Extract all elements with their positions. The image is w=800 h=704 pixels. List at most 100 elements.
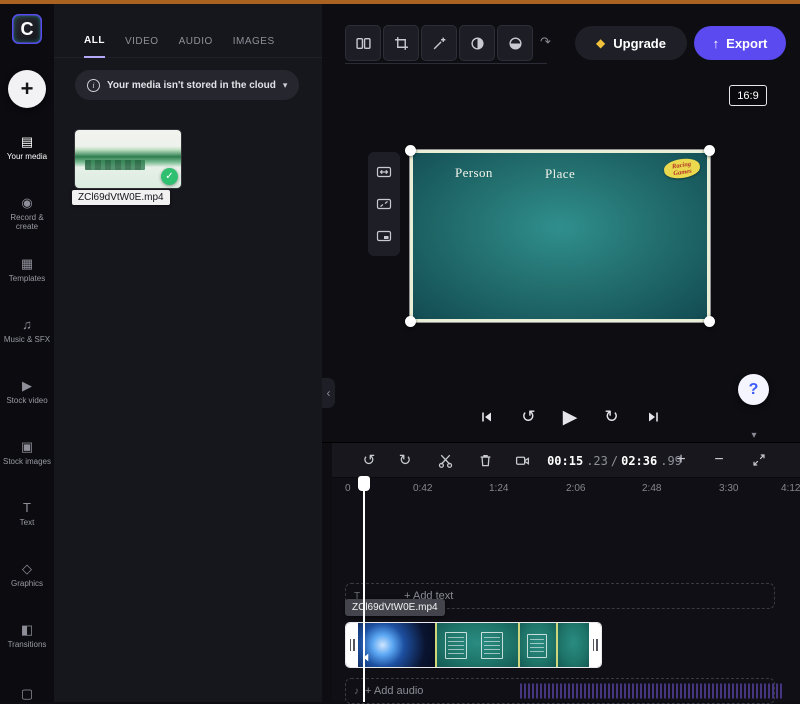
- audio-waveform[interactable]: [520, 680, 782, 702]
- selection-handle-top-right[interactable]: [704, 145, 715, 156]
- current-time: 00:15: [547, 454, 583, 468]
- create-new-button[interactable]: +: [8, 70, 46, 108]
- sidebar-item-graphics[interactable]: ◇ Graphics: [0, 561, 54, 617]
- video-clip-segment[interactable]: [437, 623, 518, 667]
- selection-handle-bottom-left[interactable]: [405, 316, 416, 327]
- tab-video[interactable]: VIDEO: [125, 26, 159, 58]
- zoom-in-button[interactable]: +: [668, 447, 694, 473]
- crop-button[interactable]: [383, 25, 419, 61]
- export-button[interactable]: ↑ Export: [694, 26, 786, 60]
- media-tabs: ALL VIDEO AUDIO IMAGES: [54, 26, 322, 58]
- timeline-ruler[interactable]: 0 0:42 1:24 2:06 2:48 3:30 4:12: [332, 478, 800, 500]
- playhead-handle[interactable]: [358, 476, 370, 491]
- scissors-icon: [438, 453, 453, 468]
- contrast-icon: [470, 36, 485, 51]
- help-button[interactable]: ?: [738, 374, 769, 405]
- fit-icon: [376, 164, 392, 180]
- zoom-out-button[interactable]: −: [706, 447, 732, 473]
- transitions-icon: ◧: [21, 622, 33, 637]
- undo-button[interactable]: ↺: [356, 447, 382, 473]
- fit-timeline-button[interactable]: [746, 447, 772, 473]
- selection-handle-bottom-right[interactable]: [704, 316, 715, 327]
- skip-end-icon: [646, 410, 660, 424]
- crop-icon: [394, 36, 409, 51]
- layout-view-button[interactable]: [345, 25, 381, 61]
- fit-to-screen-icon: [752, 453, 766, 467]
- filters-button[interactable]: [459, 25, 495, 61]
- delete-button[interactable]: [472, 447, 498, 473]
- picture-in-picture-button[interactable]: [371, 223, 397, 249]
- aspect-ratio-badge: 16:9: [729, 85, 767, 106]
- add-audio-label: + Add audio: [365, 685, 423, 697]
- trim-handle-right[interactable]: [589, 623, 601, 667]
- fill-button[interactable]: [371, 191, 397, 217]
- racing-games-logo: Racing Games: [663, 157, 701, 181]
- redo-button[interactable]: ↻: [392, 447, 418, 473]
- ruler-tick: 0: [345, 483, 351, 494]
- clip-art: [481, 632, 503, 659]
- collapse-panel-button[interactable]: ‹: [322, 378, 335, 408]
- sidebar-item-stock-video[interactable]: ▶ Stock video: [0, 378, 54, 434]
- sidebar-item-music-sfx[interactable]: ♫ Music & SFX: [0, 317, 54, 373]
- trash-icon: [478, 453, 493, 468]
- edit-toolbar: [345, 25, 533, 61]
- sidebar-item-label: Templates: [1, 274, 53, 283]
- sidebar-item-your-media[interactable]: ▤ Your media: [0, 134, 54, 190]
- selection-handle-top-left[interactable]: [405, 145, 416, 156]
- rewind-button[interactable]: ↺: [514, 402, 544, 432]
- board-word-person: Person: [455, 165, 493, 181]
- export-label: Export: [726, 36, 767, 51]
- media-library-icon: ▤: [21, 134, 33, 149]
- sidebar-item-transitions[interactable]: ◧ Transitions: [0, 622, 54, 678]
- board-word-place: Place: [545, 166, 575, 182]
- preview-stage: ‹ ↷ ◆ Upgra: [322, 4, 800, 443]
- skip-to-start-button[interactable]: [472, 402, 502, 432]
- stock-images-icon: ▣: [21, 439, 33, 454]
- in-use-check-icon: ✓: [161, 168, 178, 185]
- trim-handle-left[interactable]: [346, 623, 358, 667]
- media-item-thumbnail[interactable]: ✓: [75, 130, 181, 188]
- playback-controls: ↺ ▶ ↻: [472, 400, 668, 434]
- clipchamp-logo[interactable]: C: [12, 14, 42, 44]
- split-button[interactable]: [432, 447, 458, 473]
- sidebar-item-templates[interactable]: ▦ Templates: [0, 256, 54, 312]
- more-panel-icon: ▢: [21, 686, 33, 701]
- upgrade-button[interactable]: ◆ Upgrade: [575, 26, 687, 60]
- sidebar-item-label: Stock video: [1, 396, 53, 405]
- sidebar-item-record-create[interactable]: ◉ Record & create: [0, 195, 54, 251]
- video-clip-segment[interactable]: [358, 623, 435, 667]
- playhead-line[interactable]: [363, 489, 365, 702]
- sidebar-item-stock-images[interactable]: ▣ Stock images: [0, 439, 54, 495]
- video-preview-canvas[interactable]: Person Place Racing Games: [410, 150, 710, 322]
- upgrade-label: Upgrade: [613, 36, 666, 51]
- cloud-storage-notice[interactable]: i Your media isn't stored in the cloud ▾: [75, 70, 299, 100]
- color-balance-icon: [508, 36, 523, 51]
- skip-to-end-button[interactable]: [638, 402, 668, 432]
- tab-images[interactable]: IMAGES: [233, 26, 275, 58]
- video-clip-segment[interactable]: [520, 623, 556, 667]
- color-adjust-button[interactable]: [497, 25, 533, 61]
- sidebar-item-label: Record & create: [1, 213, 53, 231]
- timeline-collapse-button[interactable]: ▾: [740, 428, 768, 442]
- clip-filename-tooltip: ZCl69dVtW0E.mp4: [345, 599, 445, 616]
- record-camera-icon: [515, 453, 530, 468]
- auto-enhance-button[interactable]: [421, 25, 457, 61]
- tab-audio[interactable]: AUDIO: [179, 26, 213, 58]
- play-button[interactable]: ▶: [555, 402, 585, 432]
- video-clip-segment[interactable]: [558, 623, 589, 667]
- picture-in-picture-icon: [376, 228, 392, 244]
- templates-grid-icon: ▦: [21, 256, 33, 271]
- thumbnail-artwork: [85, 160, 145, 170]
- total-time: 02:36: [621, 454, 657, 468]
- text-icon: T: [23, 500, 31, 515]
- sidebar-item-partial[interactable]: ▢: [0, 686, 54, 702]
- timeline-toolbar: ↺ ↻ 00:15.23 / 02:36.99 + −: [332, 443, 800, 478]
- fit-button[interactable]: [371, 159, 397, 185]
- fast-forward-button[interactable]: ↻: [597, 402, 627, 432]
- tab-all[interactable]: ALL: [84, 26, 105, 58]
- clip-art: [527, 634, 547, 658]
- toolbar-divider: [345, 63, 547, 64]
- skip-start-icon: [480, 410, 494, 424]
- sidebar-item-label: Text: [1, 518, 53, 527]
- sidebar-item-text[interactable]: T Text: [0, 500, 54, 556]
